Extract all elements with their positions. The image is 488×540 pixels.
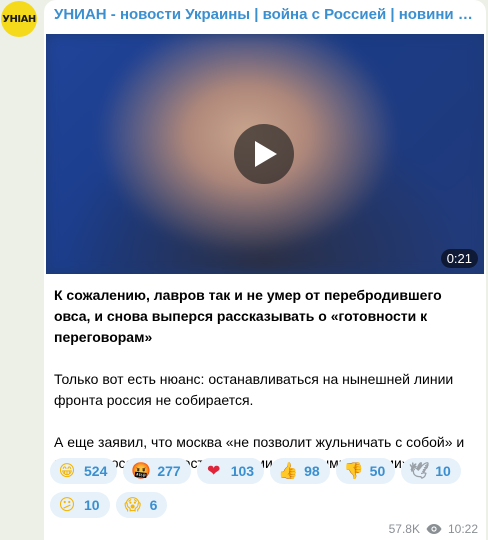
view-count: 57.8K bbox=[388, 522, 420, 536]
channel-title[interactable]: УНИАН - новости Украины | война с Россие… bbox=[54, 6, 478, 23]
reaction-chip[interactable]: ❤ 103 bbox=[196, 458, 265, 484]
reaction-count: 10 bbox=[84, 497, 100, 513]
thumbs-down-icon: 👎 bbox=[343, 461, 364, 480]
grinning-face-icon: 😁 bbox=[58, 461, 76, 480]
reaction-count: 98 bbox=[304, 463, 320, 479]
reaction-count: 50 bbox=[369, 463, 386, 479]
channel-logo: УНІАН bbox=[2, 13, 36, 25]
reaction-count: 10 bbox=[435, 463, 451, 479]
reaction-count: 524 bbox=[84, 463, 108, 479]
reaction-chip[interactable]: 😱 6 bbox=[115, 492, 168, 518]
play-button[interactable] bbox=[234, 124, 294, 184]
reaction-chip[interactable]: 👎 50 bbox=[335, 458, 396, 484]
eye-icon bbox=[426, 524, 442, 534]
reaction-chip[interactable]: 😁 524 bbox=[50, 458, 118, 484]
reaction-chip[interactable]: 🤬 277 bbox=[123, 458, 191, 484]
screaming-face-icon: 😱 bbox=[124, 495, 141, 514]
reaction-count: 6 bbox=[149, 497, 158, 513]
message-bubble: УНИАН - новости Украины | война с Россие… bbox=[44, 0, 486, 540]
reaction-chip[interactable]: 👍 98 bbox=[270, 458, 330, 484]
video-duration: 0:21 bbox=[440, 249, 478, 268]
play-icon bbox=[255, 141, 277, 167]
message-paragraph-1: К сожалению, лавров так и не умер от пер… bbox=[54, 287, 442, 345]
message-meta: 57.8K 10:22 bbox=[389, 522, 478, 536]
thumbs-up-icon: 👍 bbox=[278, 461, 298, 480]
message-paragraph-2: Только вот есть нюанс: останавливаться н… bbox=[54, 371, 454, 408]
dove-icon: 🕊 bbox=[409, 461, 430, 480]
reaction-count: 277 bbox=[157, 463, 181, 479]
channel-avatar[interactable]: УНІАН bbox=[1, 1, 37, 37]
confused-face-icon: 😕 bbox=[58, 495, 76, 514]
reaction-chip[interactable]: 😕 10 bbox=[50, 492, 110, 518]
reaction-chip[interactable]: 🕊 10 bbox=[401, 458, 461, 484]
reactions-bar: 😁 524 🤬 277 ❤ 103 👍 98 👎 50 🕊 10 😕 10 😱 6 bbox=[50, 458, 480, 518]
message-time: 10:22 bbox=[447, 522, 478, 536]
video-player[interactable]: 0:21 bbox=[46, 34, 484, 274]
reaction-count: 103 bbox=[230, 463, 255, 479]
angry-face-icon: 🤬 bbox=[131, 461, 152, 480]
heart-icon: ❤ bbox=[207, 461, 221, 480]
